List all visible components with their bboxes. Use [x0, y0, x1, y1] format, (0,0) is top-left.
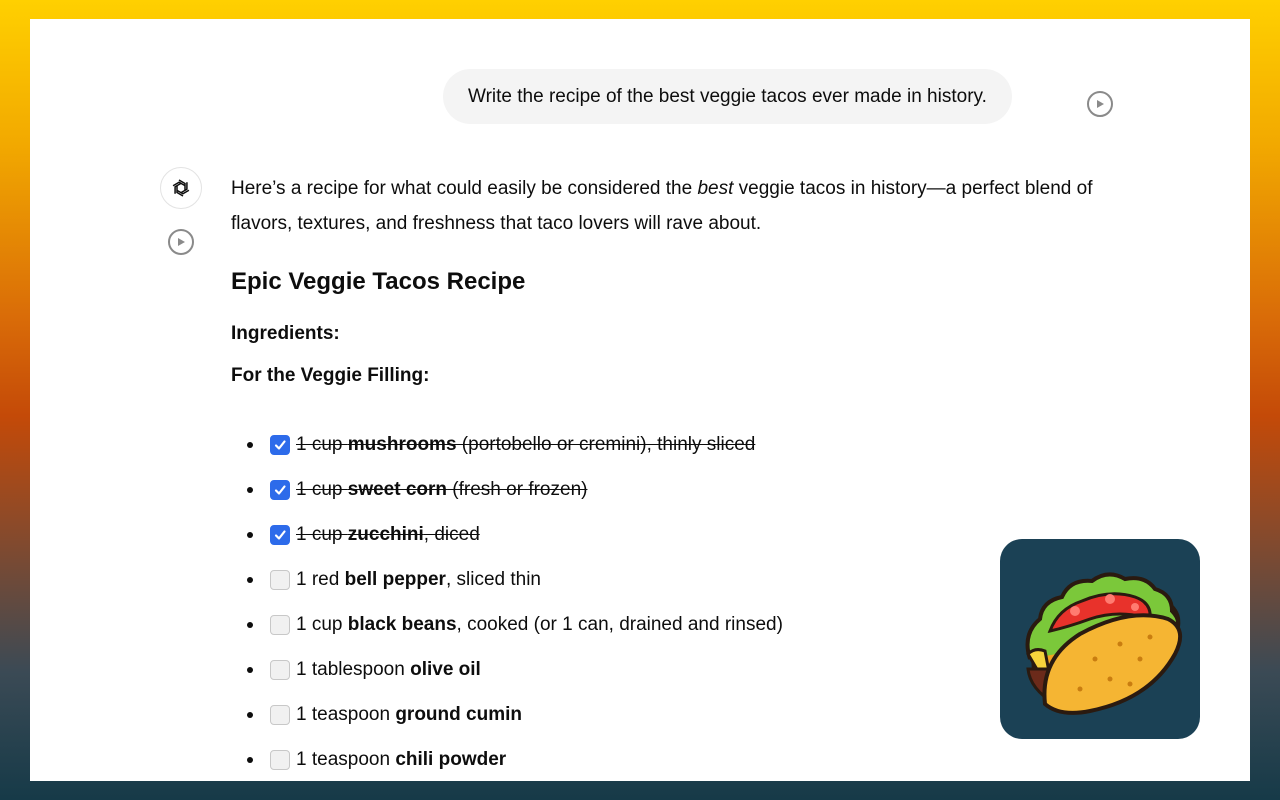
ingredient-item: 1 tablespoon olive oil: [231, 647, 1111, 692]
ingredient-checkbox[interactable]: [270, 749, 290, 770]
ingredient-detail: , cooked (or 1 can, drained and rinsed): [456, 613, 783, 635]
ingredient-detail: (fresh or frozen): [447, 478, 588, 500]
ingredient-name: ground cumin: [395, 703, 522, 725]
ingredient-item: 1 teaspoon ground cumin: [231, 692, 1111, 737]
list-bullet: [247, 711, 253, 718]
ingredient-quantity: 1 teaspoon: [296, 748, 396, 770]
intro-text-start: Here’s a recipe for what could easily be…: [231, 178, 698, 199]
ingredient-checkbox[interactable]: [270, 659, 290, 680]
ingredient-text: 1 cup zucchini, diced: [296, 524, 480, 546]
ingredient-name: zucchini: [347, 523, 424, 545]
ingredient-quantity: 1 cup: [296, 433, 348, 455]
list-bullet: [247, 621, 253, 628]
ingredient-item: 1 teaspoon chili powder: [231, 737, 1111, 781]
ingredient-checkbox[interactable]: [270, 524, 290, 545]
ingredients-label: Ingredients:: [231, 323, 340, 344]
ingredient-detail: , sliced thin: [445, 568, 541, 590]
play-icon: [178, 238, 185, 246]
ingredients-list: 1 cup mushrooms (portobello or cremini),…: [231, 422, 1111, 781]
assistant-avatar: [160, 167, 202, 209]
list-bullet: [247, 441, 253, 448]
ingredient-item: 1 cup sweet corn (fresh or frozen): [231, 467, 1111, 512]
user-message-text: Write the recipe of the best veggie taco…: [468, 85, 987, 107]
list-bullet: [247, 756, 253, 763]
ingredient-name: bell pepper: [344, 568, 446, 590]
ingredient-quantity: 1 cup: [296, 523, 348, 545]
ingredient-name: olive oil: [410, 658, 481, 680]
openai-logo-icon: [172, 179, 190, 197]
ingredient-detail: (portobello or cremini), thinly sliced: [456, 433, 756, 455]
list-bullet: [247, 666, 253, 673]
filling-label: For the Veggie Filling:: [231, 365, 430, 386]
user-message-bubble: Write the recipe of the best veggie taco…: [443, 69, 1012, 124]
read-aloud-assistant-button[interactable]: [168, 229, 194, 255]
ingredient-text: 1 cup sweet corn (fresh or frozen): [296, 479, 587, 501]
ingredient-detail: , diced: [423, 523, 480, 545]
list-bullet: [247, 576, 253, 583]
ingredient-checkbox[interactable]: [270, 569, 290, 590]
ingredient-item: 1 cup black beans, cooked (or 1 can, dra…: [231, 602, 1111, 647]
ingredient-text: 1 red bell pepper, sliced thin: [296, 569, 541, 591]
ingredient-checkbox[interactable]: [270, 704, 290, 725]
check-icon: [274, 529, 286, 540]
ingredient-text: 1 cup mushrooms (portobello or cremini),…: [296, 434, 755, 456]
intro-emphasis: best: [697, 178, 734, 199]
ingredient-quantity: 1 red: [296, 568, 345, 590]
ingredient-quantity: 1 tablespoon: [296, 658, 411, 680]
list-bullet: [247, 486, 253, 493]
ingredient-name: mushrooms: [347, 433, 457, 455]
ingredient-quantity: 1 cup: [296, 478, 348, 500]
list-bullet: [247, 531, 253, 538]
ingredient-item: 1 red bell pepper, sliced thin: [231, 557, 1111, 602]
recipe-heading: Epic Veggie Tacos Recipe: [231, 268, 526, 295]
ingredient-name: black beans: [347, 613, 457, 635]
ingredient-item: 1 cup zucchini, diced: [231, 512, 1111, 557]
play-icon: [1097, 100, 1104, 108]
taco-icon: [1025, 572, 1183, 715]
ingredient-name: chili powder: [395, 748, 507, 770]
check-icon: [274, 484, 286, 495]
ingredient-quantity: 1 cup: [296, 613, 348, 635]
chat-window: Write the recipe of the best veggie taco…: [30, 19, 1250, 781]
read-aloud-user-button[interactable]: [1087, 91, 1113, 117]
ingredient-text: 1 cup black beans, cooked (or 1 can, dra…: [296, 614, 783, 636]
ingredient-checkbox[interactable]: [270, 614, 290, 635]
intro-paragraph: Here’s a recipe for what could easily be…: [231, 171, 1111, 241]
ingredient-text: 1 tablespoon olive oil: [296, 659, 481, 681]
check-icon: [274, 439, 286, 450]
ingredient-item: 1 cup mushrooms (portobello or cremini),…: [231, 422, 1111, 467]
ingredient-name: sweet corn: [347, 478, 448, 500]
ingredient-checkbox[interactable]: [270, 434, 290, 455]
ingredient-checkbox[interactable]: [270, 479, 290, 500]
ingredient-quantity: 1 teaspoon: [296, 703, 396, 725]
taco-app-icon: [1000, 539, 1200, 739]
ingredient-text: 1 teaspoon chili powder: [296, 749, 506, 771]
assistant-message: Here’s a recipe for what could easily be…: [231, 171, 1111, 781]
ingredient-text: 1 teaspoon ground cumin: [296, 704, 522, 726]
